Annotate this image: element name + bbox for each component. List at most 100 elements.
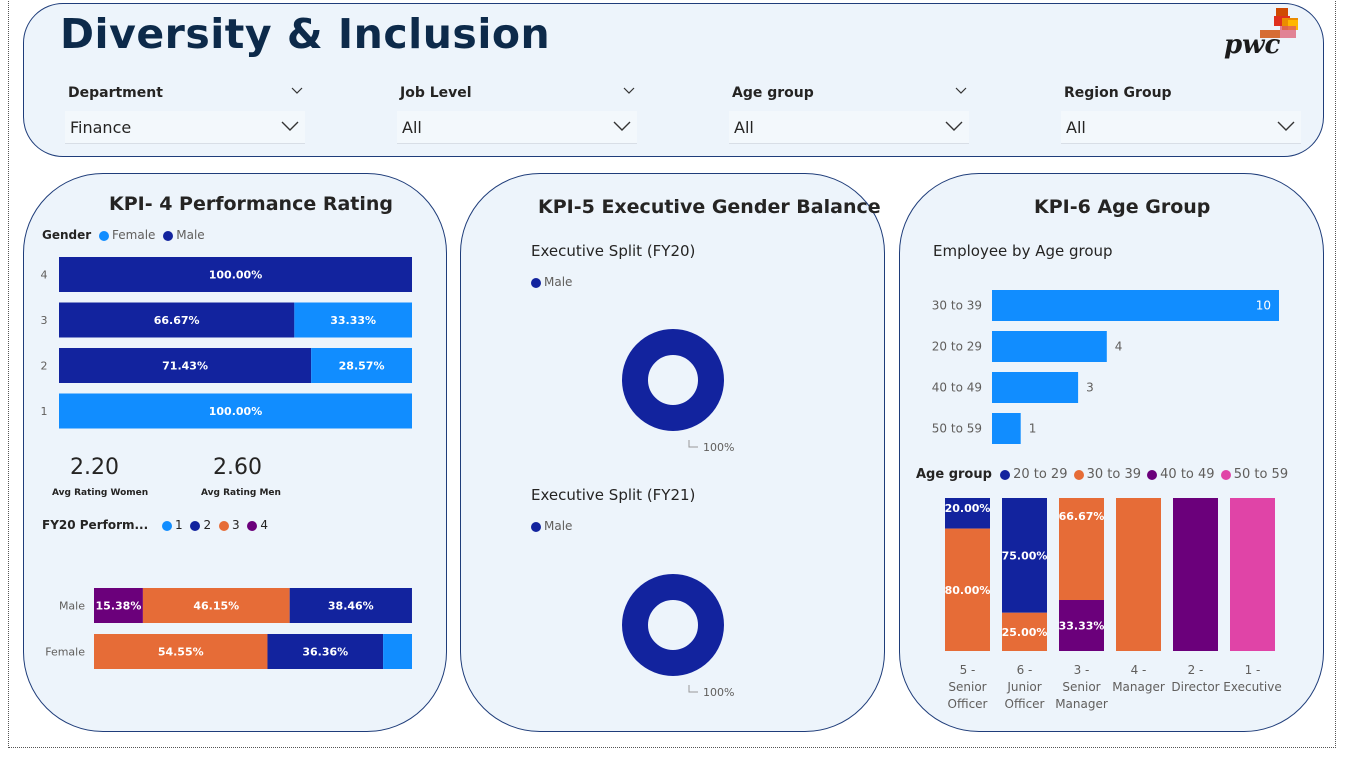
legend-title: Gender bbox=[42, 228, 92, 242]
x-tick-label: 6 - bbox=[1017, 663, 1033, 677]
performance-rating-bar-chart[interactable]: 4 100.00% 3 66.67% 33.33% 2 71.43% 28.57% 1 100.0… bbox=[30, 250, 430, 436]
fy20-split-title: Executive Split (FY20) bbox=[531, 242, 696, 260]
fy20-legend: Male bbox=[531, 275, 572, 289]
chevron-down-icon[interactable] bbox=[280, 119, 300, 133]
x-tick-label: Senior bbox=[948, 680, 986, 694]
slicer-region-group-value: All bbox=[1066, 118, 1086, 137]
fy21-donut-chart[interactable]: 100% bbox=[600, 545, 760, 710]
legend-male-swatch bbox=[531, 277, 541, 288]
pwc-logo-text: pwc bbox=[1224, 30, 1281, 60]
data-label: 100% bbox=[703, 686, 734, 699]
employee-by-age-title: Employee by Age group bbox=[933, 242, 1113, 260]
x-tick-label: Officer bbox=[948, 697, 988, 711]
data-label: 4 bbox=[1115, 340, 1123, 354]
legend-male-label: Male bbox=[544, 275, 573, 289]
legend-30-39-swatch bbox=[1073, 469, 1084, 480]
y-tick-label: 2 bbox=[41, 360, 48, 373]
slicer-job-level-value: All bbox=[402, 118, 422, 137]
x-tick-label: 5 - bbox=[960, 663, 976, 677]
bar bbox=[992, 290, 1279, 321]
column-segment bbox=[1116, 498, 1161, 651]
slicer-department-value: Finance bbox=[70, 118, 132, 137]
legend2-1-swatch bbox=[162, 520, 173, 531]
y-tick-label: 50 to 59 bbox=[932, 422, 982, 436]
donut-slice bbox=[622, 329, 724, 431]
fy20-donut-chart[interactable]: 100% bbox=[600, 300, 760, 465]
fy20-performance-bar-chart[interactable]: Male 15.38% 46.15% 38.46% Female 54.55% 36.36% bbox=[30, 580, 430, 680]
data-label: 66.67% bbox=[154, 314, 200, 327]
legend-female-label: Female bbox=[112, 228, 156, 242]
job-level-age-stacked-chart[interactable]: 20.00% 80.00% 5 - Senior Officer 75.00% 25.00%… bbox=[930, 492, 1300, 717]
data-label: 36.36% bbox=[302, 646, 348, 659]
age-group-legend: Age group 20 to 29 30 to 39 40 to 49 50 … bbox=[916, 467, 1288, 482]
chevron-down-icon[interactable] bbox=[622, 84, 636, 98]
data-label: 100.00% bbox=[209, 405, 262, 418]
x-tick-label: Manager bbox=[1055, 697, 1108, 711]
x-tick-label: 2 - bbox=[1188, 663, 1204, 677]
chevron-down-icon[interactable] bbox=[612, 119, 632, 133]
avg-rating-women-value: 2.20 bbox=[70, 455, 119, 480]
x-tick-label: Manager bbox=[1112, 680, 1165, 694]
legend-title: Age group bbox=[916, 467, 992, 482]
data-label: 15.38% bbox=[96, 600, 142, 613]
fy20-perform-legend: FY20 Perform... 1 2 3 4 bbox=[42, 518, 268, 532]
donut-slice bbox=[622, 574, 724, 676]
chevron-down-icon[interactable] bbox=[944, 119, 964, 133]
chevron-down-icon[interactable] bbox=[954, 84, 968, 98]
slicer-department-label: Department bbox=[68, 85, 163, 101]
data-label: 100% bbox=[703, 441, 734, 454]
legend-20-29-swatch bbox=[1000, 469, 1011, 480]
bar bbox=[992, 372, 1079, 403]
slicer-department-dropdown[interactable]: Finance bbox=[65, 111, 305, 144]
pwc-logo: pwc bbox=[1222, 6, 1302, 66]
legend-female-swatch bbox=[99, 230, 110, 241]
data-label: 33.33% bbox=[330, 314, 376, 327]
y-tick-label: 30 to 39 bbox=[932, 299, 982, 313]
kpi6-title: KPI-6 Age Group bbox=[1034, 196, 1211, 218]
kpi4-title: KPI- 4 Performance Rating bbox=[109, 193, 394, 215]
data-label: 28.57% bbox=[339, 360, 385, 373]
column-segment bbox=[1230, 498, 1275, 651]
chevron-down-icon[interactable] bbox=[1276, 119, 1296, 133]
x-tick-label: Director bbox=[1171, 680, 1219, 694]
data-label: 66.67% bbox=[1059, 510, 1105, 523]
data-label: 1 bbox=[1029, 422, 1037, 436]
legend2-4-swatch bbox=[247, 520, 258, 531]
slicer-region-group-dropdown[interactable]: All bbox=[1061, 111, 1301, 144]
slicer-age-group-value: All bbox=[734, 118, 754, 137]
data-label: 25.00% bbox=[1002, 626, 1048, 639]
legend2-3-label: 3 bbox=[231, 518, 240, 532]
legend-male-label: Male bbox=[176, 228, 205, 242]
employee-by-age-bar-chart[interactable]: 30 to 39 10 20 to 29 4 40 to 49 3 50 to 59 1 bbox=[910, 280, 1310, 450]
leader-line bbox=[688, 685, 698, 693]
x-tick-label: 4 - bbox=[1131, 663, 1147, 677]
legend2-title: FY20 Perform... bbox=[42, 518, 149, 532]
fy21-legend: Male bbox=[531, 519, 572, 533]
bar bbox=[992, 331, 1107, 362]
y-tick-label: 40 to 49 bbox=[932, 381, 982, 395]
slicer-age-group-dropdown[interactable]: All bbox=[729, 111, 969, 144]
data-label: 33.33% bbox=[1059, 620, 1105, 633]
data-label: 100.00% bbox=[209, 269, 262, 282]
bar-segment bbox=[383, 634, 412, 669]
y-tick-label: Male bbox=[59, 600, 85, 613]
slicer-job-level-dropdown[interactable]: All bbox=[397, 111, 637, 144]
legend-40-49-label: 40 to 49 bbox=[1160, 467, 1215, 482]
x-tick-label: Officer bbox=[1005, 697, 1045, 711]
legend-30-39-label: 30 to 39 bbox=[1086, 467, 1142, 482]
legend2-4-label: 4 bbox=[260, 518, 269, 532]
legend-40-49-swatch bbox=[1147, 469, 1158, 480]
y-tick-label: 20 to 29 bbox=[932, 340, 982, 354]
x-tick-label: Executive bbox=[1223, 680, 1281, 694]
slicer-job-level-label: Job Level bbox=[400, 85, 472, 101]
data-label: 80.00% bbox=[945, 584, 991, 597]
leader-line bbox=[688, 440, 698, 448]
fy21-split-title: Executive Split (FY21) bbox=[531, 486, 696, 504]
data-label: 71.43% bbox=[162, 360, 208, 373]
data-label: 10 bbox=[1256, 299, 1271, 313]
legend-20-29-label: 20 to 29 bbox=[1013, 467, 1068, 482]
chevron-down-icon[interactable] bbox=[290, 84, 304, 98]
data-label: 3 bbox=[1086, 381, 1094, 395]
avg-rating-men-value: 2.60 bbox=[213, 455, 262, 480]
legend-male-swatch bbox=[531, 521, 541, 532]
